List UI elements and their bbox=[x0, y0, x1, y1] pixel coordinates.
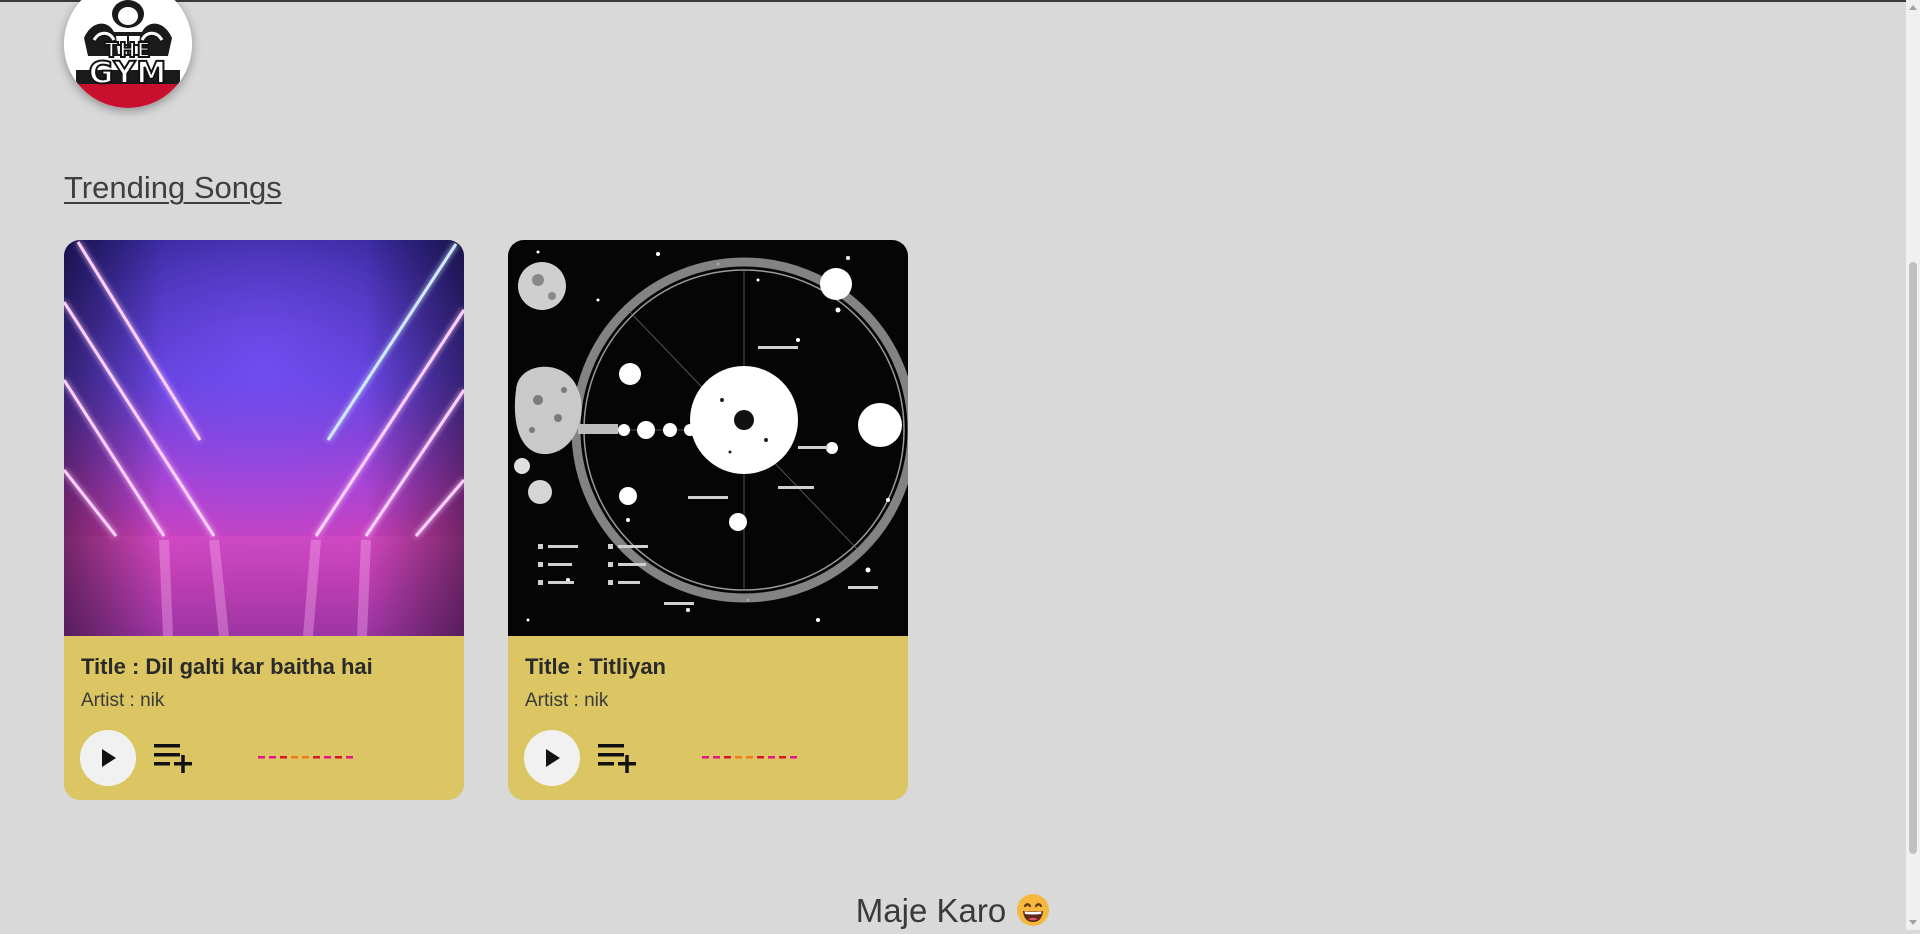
gym-logo[interactable]: THE GYM bbox=[64, 0, 192, 108]
solar-system-cover bbox=[508, 240, 908, 636]
add-to-queue-button[interactable] bbox=[596, 738, 640, 778]
audio-wave-indicator bbox=[702, 756, 797, 759]
song-info: Title : Dil galti kar baitha hai Artist … bbox=[64, 636, 464, 800]
add-to-queue-icon bbox=[598, 744, 636, 773]
song-title: Title : Dil galti kar baitha hai bbox=[81, 654, 373, 679]
play-button[interactable] bbox=[524, 730, 580, 786]
footer: Maje Karo bbox=[0, 888, 1906, 934]
add-to-queue-button[interactable] bbox=[152, 738, 196, 778]
footer-text: Maje Karo bbox=[855, 892, 1007, 929]
trending-songs-heading[interactable]: Trending Songs bbox=[64, 170, 282, 206]
vertical-scrollbar[interactable] bbox=[1906, 0, 1920, 930]
audio-wave-indicator bbox=[258, 756, 353, 759]
play-button[interactable] bbox=[80, 730, 136, 786]
song-info: Title : Titliyan Artist : nik bbox=[508, 636, 908, 800]
play-icon bbox=[546, 749, 560, 767]
add-to-queue-icon bbox=[154, 744, 192, 773]
scroll-down-icon[interactable] bbox=[1909, 920, 1917, 925]
logo-text-bottom: GYM bbox=[88, 55, 168, 92]
grinning-face-emoji bbox=[1017, 894, 1050, 926]
song-artist: Artist : nik bbox=[81, 690, 165, 711]
top-border bbox=[0, 0, 1920, 2]
song-card[interactable]: Title : Titliyan Artist : nik bbox=[508, 240, 908, 800]
song-card[interactable]: Title : Dil galti kar baitha hai Artist … bbox=[64, 240, 464, 800]
song-artist: Artist : nik bbox=[525, 690, 609, 711]
play-icon bbox=[102, 749, 116, 767]
scrollbar-thumb[interactable] bbox=[1909, 262, 1917, 854]
song-title: Title : Titliyan bbox=[525, 654, 666, 679]
scroll-up-icon[interactable] bbox=[1909, 5, 1917, 10]
neon-lights-cover bbox=[64, 240, 464, 636]
